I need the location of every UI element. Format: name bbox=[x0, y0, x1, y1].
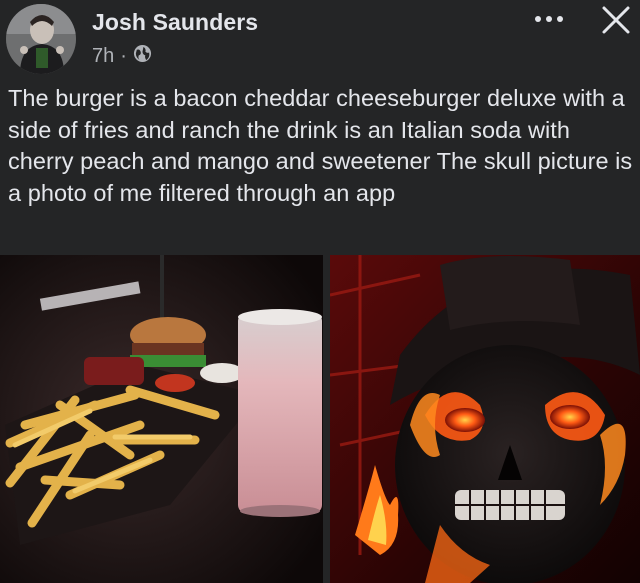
post-header: Josh Saunders 7h · bbox=[0, 0, 640, 78]
post-time[interactable]: 7h bbox=[92, 45, 114, 68]
author-name[interactable]: Josh Saunders bbox=[92, 9, 258, 36]
close-button[interactable] bbox=[596, 0, 636, 40]
globe-icon bbox=[133, 44, 152, 69]
photo-skull[interactable] bbox=[330, 255, 640, 583]
more-options-button[interactable] bbox=[528, 6, 570, 32]
meta-separator: · bbox=[120, 44, 127, 67]
photo-food[interactable] bbox=[0, 255, 323, 583]
post-meta: 7h · bbox=[92, 44, 152, 68]
post-text: The burger is a bacon cheddar cheeseburg… bbox=[8, 85, 633, 206]
avatar[interactable] bbox=[6, 4, 76, 74]
food-photo-image bbox=[0, 255, 323, 583]
close-icon bbox=[602, 6, 630, 34]
more-options-icon bbox=[535, 16, 563, 22]
skull-photo-image bbox=[330, 255, 640, 583]
avatar-image bbox=[6, 4, 76, 74]
